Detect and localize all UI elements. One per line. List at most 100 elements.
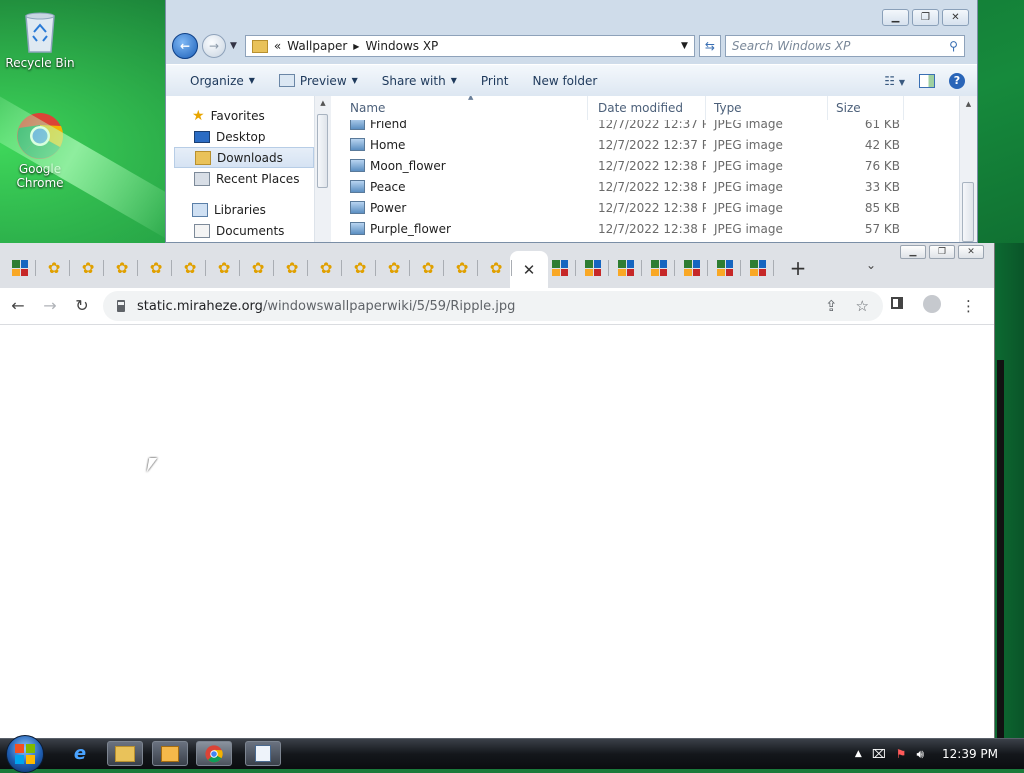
share-icon[interactable]: ⇪ [825, 297, 838, 315]
address-dropdown-icon[interactable]: ▼ [681, 41, 688, 51]
column-header-name[interactable]: Name ▲ [332, 96, 588, 120]
file-row[interactable]: Home 12/7/2022 12:37 PM JPEG image 42 KB [332, 134, 959, 155]
scroll-up-icon[interactable]: ▲ [960, 100, 977, 108]
preview-pane-icon[interactable] [919, 73, 935, 88]
file-row[interactable]: Purple_flower 12/7/2022 12:38 PM JPEG imag… [332, 218, 959, 239]
page-content[interactable] [0, 325, 994, 738]
explorer-icon[interactable] [107, 741, 143, 766]
forward-button[interactable]: → [202, 34, 226, 58]
nav-recent-places[interactable]: Recent Places [174, 168, 314, 189]
new-folder-button[interactable]: New folder [520, 65, 609, 96]
history-dropdown-icon[interactable]: ▼ [230, 41, 237, 51]
tab-favicon-flower-icon[interactable]: ✿ [386, 260, 402, 276]
tab-favicon-grid-icon[interactable] [750, 260, 766, 276]
media-player-icon[interactable] [152, 741, 188, 766]
column-header-type[interactable]: Type [706, 96, 828, 120]
chrome-window[interactable]: ▁ ❐ ✕ ✕ + ⌄ ✿ ✿ ✿ ✿ ✿ ✿ ✿ ✿ ✿ ✿ ✿ ✿ ✿ ✿ ← → ↻ static.… [0, 243, 995, 738]
tab-favicon-grid-icon[interactable] [717, 260, 733, 276]
file-row[interactable]: Peace 12/7/2022 12:38 PM JPEG image 33 KB [332, 176, 959, 197]
print-button[interactable]: Print [469, 65, 521, 96]
close-button[interactable]: ✕ [958, 245, 984, 259]
tab-favicon-flower-icon[interactable]: ✿ [488, 260, 504, 276]
nav-scroll-thumb[interactable] [317, 114, 328, 188]
active-tab[interactable]: ✕ [510, 251, 548, 288]
close-button[interactable]: ✕ [942, 9, 969, 26]
breadcrumb-wallpaper[interactable]: Wallpaper [287, 39, 347, 53]
lock-icon[interactable] [117, 304, 125, 312]
show-hidden-icons-icon[interactable]: ▲ [855, 749, 862, 759]
action-center-icon[interactable]: ⚑ [896, 747, 907, 761]
column-header-date[interactable]: Date modified [588, 96, 706, 120]
tab-favicon-flower-icon[interactable]: ✿ [420, 260, 436, 276]
nav-scrollbar[interactable]: ▲ [314, 96, 331, 242]
volume-icon[interactable]: 🔊︎ [916, 747, 924, 762]
tab-favicon-flower-icon[interactable]: ✿ [216, 260, 232, 276]
tab-favicon-grid-icon[interactable] [552, 260, 568, 276]
explorer-window[interactable]: ▁ ❐ ✕ ← → ▼ « Wallpaper ▶ Windows XP ▼ ⇆… [165, 0, 978, 243]
chrome-shortcut[interactable]: Google Chrome [2, 112, 78, 190]
chrome-icon[interactable] [196, 741, 232, 766]
tab-favicon-flower-icon[interactable]: ✿ [284, 260, 300, 276]
tab-favicon-grid-icon[interactable] [684, 260, 700, 276]
file-scroll-thumb[interactable] [962, 182, 974, 242]
preview-button[interactable]: Preview ▼ [267, 65, 370, 96]
tab-favicon-grid-icon[interactable] [618, 260, 634, 276]
start-button[interactable] [6, 735, 44, 773]
tab-search-button[interactable]: ⌄ [866, 258, 876, 272]
tab-favicon-flower-icon[interactable]: ✿ [318, 260, 334, 276]
chevron-down-icon: ▼ [450, 76, 457, 85]
more-menu-icon[interactable]: ⋮ [961, 297, 976, 315]
breadcrumb-separator-icon[interactable]: ▶ [353, 42, 359, 51]
maximize-button[interactable]: ❐ [929, 245, 955, 259]
clock[interactable]: 12:39 PM [942, 747, 998, 761]
bookmark-star-icon[interactable]: ☆ [856, 297, 869, 315]
tab-favicon-grid-icon[interactable] [651, 260, 667, 276]
ie-icon[interactable]: e [62, 741, 98, 766]
maximize-button[interactable]: ❐ [912, 9, 939, 26]
back-button[interactable]: ← [172, 33, 198, 59]
back-button[interactable]: ← [8, 296, 28, 315]
tab-favicon-flower-icon[interactable]: ✿ [46, 260, 62, 276]
tab-favicon-flower-icon[interactable]: ✿ [80, 260, 96, 276]
breadcrumb-overflow[interactable]: « [274, 39, 281, 53]
organize-button[interactable]: Organize ▼ [178, 65, 267, 96]
share-with-button[interactable]: Share with ▼ [370, 65, 469, 96]
nav-documents[interactable]: Documents [174, 220, 314, 241]
minimize-button[interactable]: ▁ [900, 245, 926, 259]
search-input[interactable]: Search Windows XP ⚲ [724, 35, 965, 57]
scroll-up-icon[interactable]: ▲ [315, 99, 331, 107]
file-scrollbar[interactable]: ▲ [959, 96, 977, 242]
file-row[interactable]: Power 12/7/2022 12:38 PM JPEG image 85 KB [332, 197, 959, 218]
close-tab-icon[interactable]: ✕ [523, 261, 536, 279]
tab-favicon-flower-icon[interactable]: ✿ [454, 260, 470, 276]
column-header-size[interactable]: Size [828, 96, 904, 120]
network-icon[interactable]: ⌧ [872, 747, 886, 761]
view-options-icon[interactable]: ☷ ▼ [884, 74, 905, 88]
nav-libraries[interactable]: Libraries [174, 199, 314, 220]
tab-favicon-flower-icon[interactable]: ✿ [352, 260, 368, 276]
tab-favicon-flower-icon[interactable]: ✿ [114, 260, 130, 276]
reload-button[interactable]: ↻ [72, 296, 92, 315]
tab-favicon-grid-icon[interactable] [585, 260, 601, 276]
recycle-bin-shortcut[interactable]: Recycle Bin [2, 8, 78, 70]
help-icon[interactable]: ? [949, 72, 965, 89]
nav-favorites[interactable]: ★ Favorites [174, 105, 314, 126]
refresh-button[interactable]: ⇆ [698, 35, 721, 57]
profile-avatar-icon[interactable] [923, 295, 941, 313]
tab-favicon-flower-icon[interactable]: ✿ [182, 260, 198, 276]
side-panel-icon[interactable] [891, 297, 903, 309]
search-icon[interactable]: ⚲ [949, 39, 958, 53]
omnibox[interactable]: static.miraheze.org/windowswallpaperwiki… [103, 291, 883, 321]
tab-favicon-grid-icon[interactable] [12, 260, 28, 276]
nav-downloads[interactable]: Downloads [174, 147, 314, 168]
breadcrumb-windows-xp[interactable]: Windows XP [365, 39, 438, 53]
forward-button[interactable]: → [40, 296, 60, 315]
notepad-icon[interactable] [245, 741, 281, 766]
new-tab-button[interactable]: + [788, 257, 808, 279]
address-bar[interactable]: « Wallpaper ▶ Windows XP ▼ [244, 35, 695, 57]
tab-favicon-flower-icon[interactable]: ✿ [250, 260, 266, 276]
nav-desktop[interactable]: Desktop [174, 126, 314, 147]
tab-favicon-flower-icon[interactable]: ✿ [148, 260, 164, 276]
file-row[interactable]: Moon_flower 12/7/2022 12:38 PM JPEG image 7… [332, 155, 959, 176]
minimize-button[interactable]: ▁ [882, 9, 909, 26]
